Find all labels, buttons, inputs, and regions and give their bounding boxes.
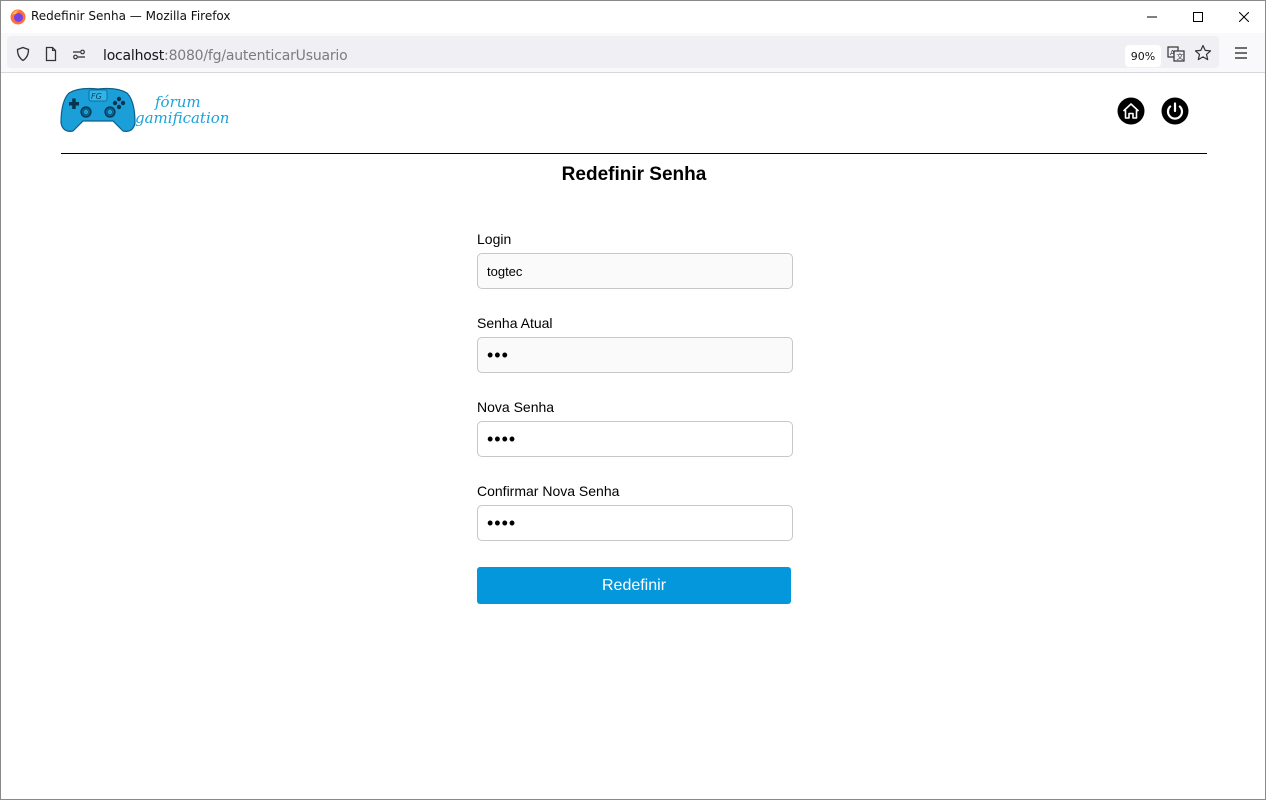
header-divider	[61, 153, 1207, 154]
bookmark-star-icon[interactable]	[1194, 44, 1212, 62]
site-logo[interactable]: FG fórum gamification	[59, 85, 234, 137]
page-icon[interactable]	[43, 46, 59, 62]
firefox-icon	[10, 9, 26, 25]
url-bar[interactable]: localhost:8080/fg/autenticarUsuario 90% …	[7, 36, 1219, 68]
permissions-icon[interactable]	[71, 46, 87, 62]
page-title: Redefinir Senha	[561, 164, 707, 185]
close-button[interactable]	[1221, 1, 1265, 33]
new-password-input[interactable]	[477, 421, 793, 457]
logo-line-1: fórum	[155, 93, 201, 111]
confirm-password-field-group: Confirmar Nova Senha	[477, 483, 793, 541]
new-password-field-group: Nova Senha	[477, 399, 793, 457]
maximize-icon	[1193, 12, 1203, 22]
svg-text:A: A	[1170, 49, 1175, 57]
browser-window: Redefinir Senha — Mozilla Firefox localh…	[0, 0, 1266, 800]
title-bar: Redefinir Senha — Mozilla Firefox	[1, 1, 1265, 33]
maximize-button[interactable]	[1175, 1, 1221, 33]
login-label: Login	[477, 231, 512, 247]
close-icon	[1239, 12, 1249, 22]
reset-password-form: Login Senha Atual Nova Senha Confirmar N…	[477, 231, 793, 604]
power-icon[interactable]	[1161, 97, 1189, 125]
url-host: localhost	[103, 48, 165, 64]
logo-line-2: gamification	[135, 109, 230, 127]
current-password-label: Senha Atual	[477, 315, 553, 331]
home-icon[interactable]	[1117, 97, 1145, 125]
svg-text:文: 文	[1177, 52, 1184, 61]
redefinir-button[interactable]: Redefinir	[477, 567, 791, 604]
current-password-field-group: Senha Atual	[477, 315, 793, 373]
menu-icon[interactable]	[1231, 43, 1251, 63]
page-content: FG fórum gamification Redefinir Senha Lo…	[1, 73, 1265, 799]
minimize-button[interactable]	[1129, 1, 1175, 33]
url-path: :8080/fg/autenticarUsuario	[164, 48, 348, 64]
confirm-password-label: Confirmar Nova Senha	[477, 483, 620, 499]
window-title: Redefinir Senha — Mozilla Firefox	[31, 9, 231, 23]
login-input[interactable]	[477, 253, 793, 289]
svg-text:FG: FG	[91, 92, 102, 101]
minimize-icon	[1147, 16, 1157, 18]
logo-text: fórum gamification	[135, 94, 229, 126]
navigation-bar: localhost:8080/fg/autenticarUsuario 90% …	[1, 33, 1265, 73]
zoom-level-button[interactable]: 90%	[1125, 45, 1161, 67]
shield-icon[interactable]	[15, 46, 31, 62]
translate-icon[interactable]: A 文	[1167, 45, 1185, 63]
confirm-password-input[interactable]	[477, 505, 793, 541]
new-password-label: Nova Senha	[477, 399, 555, 415]
url-text[interactable]: localhost:8080/fg/autenticarUsuario	[103, 48, 348, 64]
gamepad-icon: FG	[60, 87, 136, 132]
login-field-group: Login	[477, 231, 793, 289]
current-password-input[interactable]	[477, 337, 793, 373]
